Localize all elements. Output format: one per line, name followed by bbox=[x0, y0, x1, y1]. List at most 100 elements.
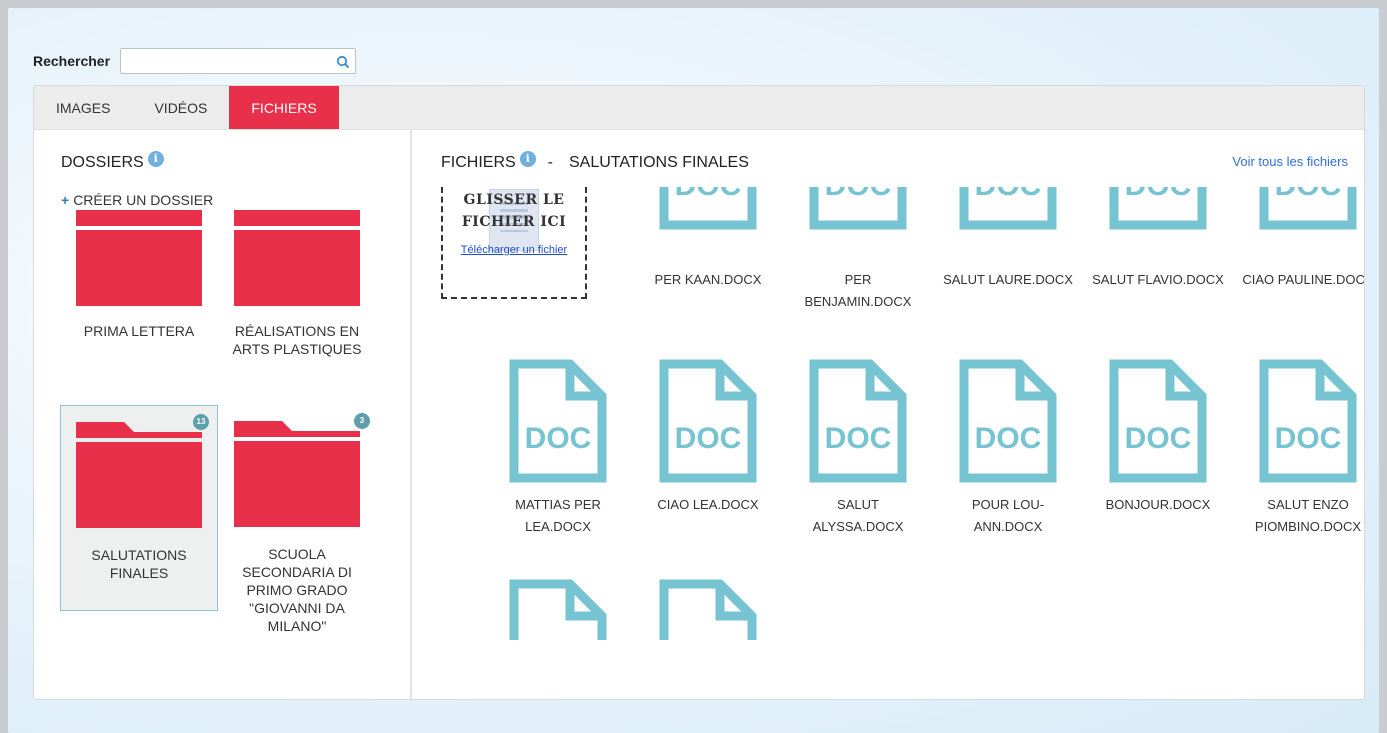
folder-item[interactable]: 13 SALUTATIONS FINALES bbox=[60, 405, 218, 611]
file-item[interactable]: DOC CIAO LEA.DOCX bbox=[633, 358, 783, 516]
file-item[interactable]: DOC SALUT ALYSSA.DOCX bbox=[783, 358, 933, 538]
doc-file-icon: DOC bbox=[809, 187, 907, 230]
info-icon[interactable]: i bbox=[519, 151, 536, 167]
doc-icon-wrap: DOC bbox=[933, 358, 1083, 484]
search-input[interactable] bbox=[121, 49, 356, 73]
doc-icon-label: DOC bbox=[1125, 187, 1192, 202]
file-name: SALUT FLAVIO.DOCX bbox=[1092, 272, 1224, 287]
doc-icon-wrap: DOC bbox=[783, 187, 933, 259]
folder-count-badge: 13 bbox=[193, 414, 209, 430]
see-all-files-link[interactable]: Voir tous les fichiers bbox=[1232, 154, 1348, 169]
doc-file-icon: DOC bbox=[659, 579, 757, 640]
search-box[interactable] bbox=[120, 48, 357, 74]
file-item[interactable]: DOC bbox=[483, 578, 633, 640]
file-item[interactable]: DOC PER KAAN.DOCX bbox=[633, 187, 783, 291]
doc-icon-wrap: DOC bbox=[1233, 187, 1364, 259]
doc-file-icon: DOC bbox=[509, 579, 607, 640]
folder-item[interactable]: 3 SCUOLA SECONDARIA DI PRIMO GRADO "GIOV… bbox=[218, 405, 376, 675]
doc-icon-label: DOC bbox=[1275, 187, 1342, 202]
doc-file-icon: DOC bbox=[1109, 187, 1207, 230]
search-icon[interactable] bbox=[336, 55, 350, 69]
folder-item[interactable]: PRIMA LETTERA bbox=[60, 210, 218, 360]
file-name: CIAO PAULINE.DOCX bbox=[1242, 272, 1365, 287]
doc-icon-label: DOC bbox=[975, 422, 1042, 455]
plus-icon: + bbox=[61, 192, 70, 208]
doc-icon-label: DOC bbox=[675, 422, 742, 455]
file-item[interactable]: DOC BONJOUR.DOCX bbox=[1083, 358, 1233, 516]
create-folder-label: CRÉER UN DOSSIER bbox=[73, 192, 214, 208]
search-label: Rechercher bbox=[33, 53, 111, 69]
file-item[interactable]: DOC SALUT ENZO PIOMBINO.DOCX bbox=[1233, 358, 1364, 538]
folder-icon bbox=[234, 210, 360, 306]
doc-file-icon: DOC bbox=[1259, 187, 1357, 230]
upload-file-link[interactable]: Télécharger un fichier bbox=[443, 239, 585, 261]
folder-name: RÉALISATIONS EN ARTS PLASTIQUES bbox=[232, 323, 362, 357]
file-name: SALUT LAURE.DOCX bbox=[943, 272, 1073, 287]
doc-file-icon: DOC bbox=[1109, 359, 1207, 483]
folder-icon bbox=[76, 210, 202, 306]
doc-icon-label: DOC bbox=[525, 422, 592, 455]
doc-file-icon: DOC bbox=[659, 187, 757, 230]
file-name: POUR LOU-ANN.DOCX bbox=[971, 497, 1045, 534]
doc-icon-wrap: DOC bbox=[933, 187, 1083, 259]
doc-file-icon: DOC bbox=[1259, 359, 1357, 483]
file-item[interactable]: DOC bbox=[633, 578, 783, 640]
file-name: SALUT ALYSSA.DOCX bbox=[812, 497, 904, 534]
dropzone-title: GLISSER LE FICHIER ICI bbox=[461, 192, 567, 230]
folder-count-badge: 3 bbox=[354, 413, 370, 429]
tab-images[interactable]: IMAGES bbox=[34, 86, 132, 129]
file-name: PER BENJAMIN.DOCX bbox=[804, 272, 912, 309]
doc-file-icon: DOC bbox=[659, 359, 757, 483]
doc-icon-label: DOC bbox=[675, 187, 742, 202]
files-title: FICHIERS bbox=[441, 154, 516, 171]
file-name: CIAO LEA.DOCX bbox=[657, 497, 759, 512]
doc-icon-wrap: DOC bbox=[483, 358, 633, 484]
media-panel: IMAGES VIDÉOS FICHIERS DOSSIERS i + CRÉER… bbox=[33, 85, 1365, 700]
file-dropzone[interactable]: GLISSER LE FICHIER ICI Télécharger un fi… bbox=[441, 187, 587, 299]
doc-icon-label: DOC bbox=[975, 187, 1042, 202]
doc-icon-wrap: DOC bbox=[633, 358, 783, 484]
search-row: Rechercher bbox=[33, 48, 357, 74]
doc-icon-label: DOC bbox=[825, 422, 892, 455]
create-folder-button[interactable]: + CRÉER UN DOSSIER bbox=[61, 192, 213, 208]
folder-icon bbox=[234, 421, 360, 527]
current-folder-name: SALUTATIONS FINALES bbox=[569, 154, 749, 171]
files-panel: FICHIERS i - SALUTATIONS FINALES Voir to… bbox=[414, 130, 1365, 699]
folder-name: SCUOLA SECONDARIA DI PRIMO GRADO "GIOVAN… bbox=[242, 546, 352, 634]
doc-icon-wrap: DOC bbox=[1233, 358, 1364, 484]
doc-icon-wrap: DOC bbox=[483, 578, 633, 640]
file-item[interactable]: DOC SALUT LAURE.DOCX bbox=[933, 187, 1083, 291]
doc-file-icon: DOC bbox=[809, 359, 907, 483]
file-item[interactable]: DOC PER BENJAMIN.DOCX bbox=[783, 187, 933, 313]
folder-item[interactable]: RÉALISATIONS EN ARTS PLASTIQUES bbox=[218, 210, 376, 360]
file-name: MATTIAS PER LEA.DOCX bbox=[515, 497, 601, 534]
folders-title: DOSSIERS i bbox=[61, 151, 164, 172]
doc-icon-wrap: DOC bbox=[1083, 187, 1233, 259]
doc-file-icon: DOC bbox=[509, 359, 607, 483]
file-item[interactable]: DOC SALUT FLAVIO.DOCX bbox=[1083, 187, 1233, 291]
file-item[interactable]: DOC MATTIAS PER LEA.DOCX bbox=[483, 358, 633, 538]
folders-title-text: DOSSIERS bbox=[61, 154, 144, 171]
folder-icon bbox=[76, 422, 202, 528]
doc-icon-wrap: DOC bbox=[1083, 358, 1233, 484]
folder-name: SALUTATIONS FINALES bbox=[91, 547, 187, 581]
file-item[interactable]: DOC CIAO PAULINE.DOCX bbox=[1233, 187, 1365, 291]
page-background: Rechercher IMAGES VIDÉOS FICHIERS DOSSIE… bbox=[8, 8, 1379, 733]
title-separator: - bbox=[547, 154, 553, 171]
doc-file-icon: DOC bbox=[959, 359, 1057, 483]
doc-icon-wrap: DOC bbox=[633, 187, 783, 259]
folders-panel: DOSSIERS i + CRÉER UN DOSSIER PRIMA LETTE… bbox=[34, 130, 412, 699]
doc-file-icon: DOC bbox=[959, 187, 1057, 230]
file-name: BONJOUR.DOCX bbox=[1105, 497, 1211, 512]
doc-icon-wrap: DOC bbox=[633, 578, 783, 640]
doc-icon-wrap: DOC bbox=[783, 358, 933, 484]
files-header: FICHIERS i - SALUTATIONS FINALES bbox=[441, 151, 749, 172]
tab-fichiers[interactable]: FICHIERS bbox=[229, 86, 339, 129]
tab-bar: IMAGES VIDÉOS FICHIERS bbox=[34, 86, 1364, 130]
doc-icon-label: DOC bbox=[1125, 422, 1192, 455]
file-item[interactable]: DOC POUR LOU-ANN.DOCX bbox=[933, 358, 1083, 538]
tab-videos[interactable]: VIDÉOS bbox=[132, 86, 229, 129]
file-name: SALUT ENZO PIOMBINO.DOCX bbox=[1254, 497, 1362, 534]
file-name: PER KAAN.DOCX bbox=[654, 272, 762, 287]
info-icon[interactable]: i bbox=[147, 151, 164, 167]
